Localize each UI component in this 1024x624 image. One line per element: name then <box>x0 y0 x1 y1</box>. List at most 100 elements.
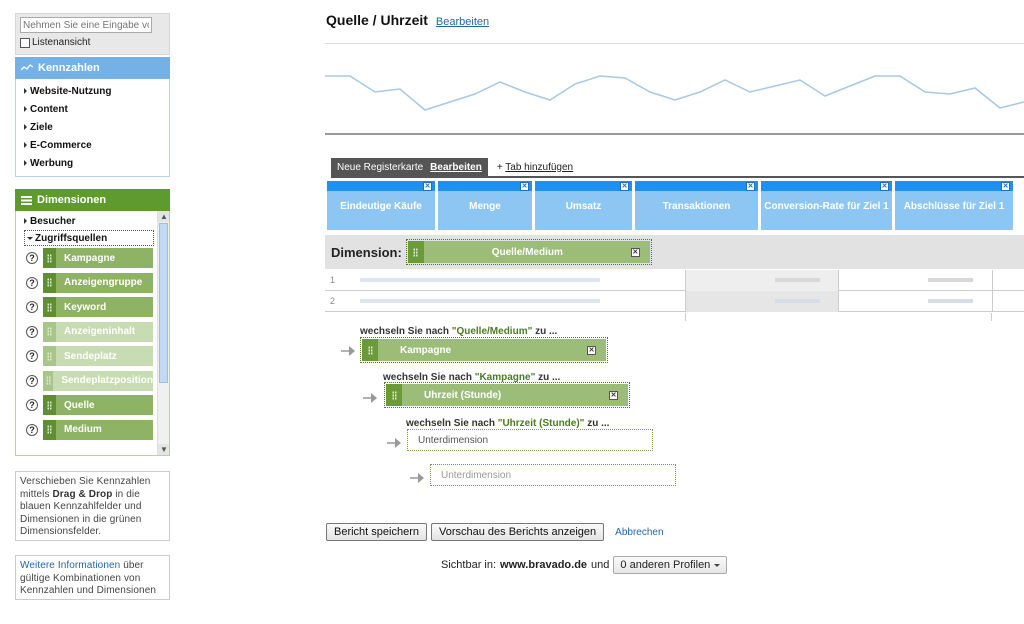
help-icon[interactable]: ? <box>26 252 38 265</box>
metric-label: Umsatz <box>565 201 602 212</box>
drill-arrow-icon <box>341 346 355 356</box>
metric-slot-conversion-rate[interactable]: ✕ Conversion-Rate für Ziel 1 <box>761 181 892 230</box>
scroll-up-icon[interactable]: ▲ <box>158 211 169 222</box>
drag-handle-icon[interactable] <box>43 419 56 440</box>
caption-text: zu ... <box>532 326 558 337</box>
dimension-pill-medium[interactable]: Medium <box>43 419 153 440</box>
metric-group-website-usage[interactable]: Website-Nutzung <box>16 82 169 100</box>
subdimension-slot-1[interactable]: Unterdimension <box>407 429 653 451</box>
drag-handle-icon[interactable] <box>43 272 56 293</box>
preview-report-button[interactable]: Vorschau des Berichts anzeigen <box>431 523 605 541</box>
dimension-pill-keyword[interactable]: Keyword <box>43 297 153 318</box>
list-view-checkbox[interactable] <box>20 37 30 48</box>
dimension-pill-source[interactable]: Quelle <box>43 395 153 416</box>
dimension-item: ? Anzeigengruppe <box>16 271 169 296</box>
dimension-slot-source-medium[interactable]: Quelle/Medium ✕ <box>405 239 652 265</box>
add-tab[interactable]: + Tab hinzufügen <box>497 162 573 173</box>
cancel-link[interactable]: Abbrechen <box>615 527 663 538</box>
dimension-value: Quelle/Medium <box>491 246 563 258</box>
dimensions-scrollbar[interactable]: ▲ ▼ <box>157 211 169 455</box>
drag-handle-icon[interactable] <box>386 384 402 406</box>
dimension-pill-label: Sendeplatz <box>64 350 117 362</box>
dimensions-panel-header[interactable]: Dimensionen <box>15 189 170 211</box>
remove-dimension-icon[interactable]: ✕ <box>609 390 618 400</box>
tab-new[interactable]: Neue Registerkarte Bearbeiten <box>331 158 488 176</box>
visibility-label: Sichtbar in: <box>441 559 497 571</box>
metric-group-label: Ziele <box>30 121 53 133</box>
metric-slot-revenue[interactable]: ✕ Umsatz <box>535 181 632 230</box>
subdimension-placeholder: Unterdimension <box>441 469 512 481</box>
preview-table: 1 2 <box>325 270 1024 321</box>
metric-slot-transactions[interactable]: ✕ Transaktionen <box>635 181 758 230</box>
dimension-item: ? Kampagne <box>16 246 169 271</box>
dimension-pill-label: Anzeigeninhalt <box>64 326 136 338</box>
remove-dimension-icon[interactable]: ✕ <box>630 247 640 257</box>
tab-label: Neue Registerkarte <box>337 161 424 173</box>
save-report-button[interactable]: Bericht speichern <box>326 523 427 541</box>
drilldown-slot-hour[interactable]: Uhrzeit (Stunde) ✕ <box>384 382 630 408</box>
search-input[interactable] <box>20 17 152 33</box>
dimension-group-label: Zugriffsquellen <box>35 232 108 244</box>
metric-slot-goal-completions[interactable]: ✕ Abschlüsse für Ziel 1 <box>895 181 1013 230</box>
caption-quoted: "Kampagne" <box>474 372 536 383</box>
metric-group-goals[interactable]: Ziele <box>16 118 169 136</box>
help-icon[interactable]: ? <box>26 399 38 412</box>
scroll-down-icon[interactable]: ▼ <box>158 444 169 455</box>
expand-arrow-icon <box>24 106 27 112</box>
remove-dimension-icon[interactable]: ✕ <box>587 345 596 355</box>
expand-arrow-icon <box>24 142 27 148</box>
trend-icon <box>21 64 33 72</box>
metric-group-advertising[interactable]: Werbung <box>16 154 169 172</box>
remove-metric-icon[interactable]: ✕ <box>880 182 889 191</box>
remove-metric-icon[interactable]: ✕ <box>620 182 629 191</box>
more-info-link[interactable]: Weitere Informationen <box>20 560 120 571</box>
dimension-pill-campaign[interactable]: Kampagne <box>43 248 153 269</box>
edit-title-link[interactable]: Bearbeiten <box>436 16 489 28</box>
remove-metric-icon[interactable]: ✕ <box>423 182 432 191</box>
metrics-panel-header[interactable]: Kennzahlen <box>15 57 170 79</box>
dimension-group-visitors[interactable]: Besucher <box>16 213 169 229</box>
dimension-group-traffic-sources[interactable]: Zugriffsquellen <box>24 230 154 246</box>
subdimension-slot-empty[interactable]: Unterdimension <box>430 464 676 486</box>
help-icon[interactable]: ? <box>26 350 38 363</box>
caption-quoted: "Uhrzeit (Stunde)" <box>497 418 585 429</box>
row-number: 2 <box>330 296 336 306</box>
add-tab-link[interactable]: Tab hinzufügen <box>505 162 573 173</box>
expand-arrow-icon <box>24 88 27 94</box>
visibility-row: Sichtbar in: www.bravado.de und 0 andere… <box>441 556 728 574</box>
drag-handle-icon[interactable] <box>362 339 378 361</box>
drag-handle-icon[interactable] <box>43 395 56 416</box>
expand-arrow-icon <box>24 124 27 130</box>
metric-slot-unique-purchases[interactable]: ✕ Eindeutige Käufe <box>327 181 435 230</box>
list-view-toggle[interactable]: Listenansicht <box>20 37 165 48</box>
other-profiles-dropdown[interactable]: 0 anderen Profilen <box>613 556 728 574</box>
report-editor: Quelle / Uhrzeit Bearbeiten Neue Registe… <box>325 0 1024 624</box>
help-icon[interactable]: ? <box>26 423 38 436</box>
metric-group-ecommerce[interactable]: E-Commerce <box>16 136 169 154</box>
help-icon[interactable]: ? <box>26 374 38 387</box>
tab-edit-link[interactable]: Bearbeiten <box>430 162 482 173</box>
hint-bold-text: Drag & Drop <box>52 488 113 500</box>
drilldown-caption-1: wechseln Sie nach "Quelle/Medium" zu ... <box>360 326 557 337</box>
remove-metric-icon[interactable]: ✕ <box>746 182 755 191</box>
dimension-pill-label: Quelle <box>64 399 95 411</box>
drill-arrow-icon <box>387 438 401 448</box>
metric-group-content[interactable]: Content <box>16 100 169 118</box>
help-icon[interactable]: ? <box>26 325 38 338</box>
list-view-label: Listenansicht <box>32 37 91 48</box>
dimension-pill-adgroup[interactable]: Anzeigengruppe <box>43 272 153 293</box>
dimension-item: ? Sendeplatz <box>16 344 169 369</box>
help-icon[interactable]: ? <box>26 276 38 289</box>
drag-handle-icon[interactable] <box>407 241 424 263</box>
remove-metric-icon[interactable]: ✕ <box>520 182 529 191</box>
remove-metric-icon[interactable]: ✕ <box>1001 182 1010 191</box>
row-number: 1 <box>330 275 336 285</box>
drag-handle-icon[interactable] <box>43 297 56 318</box>
dimension-item: ? Keyword <box>16 295 169 320</box>
metric-group-label: Content <box>30 103 68 115</box>
help-icon[interactable]: ? <box>26 301 38 314</box>
scrollbar-thumb[interactable] <box>159 223 168 383</box>
drag-handle-icon[interactable] <box>43 248 56 269</box>
drilldown-slot-campaign[interactable]: Kampagne ✕ <box>360 337 608 363</box>
metric-slot-quantity[interactable]: ✕ Menge <box>438 181 532 230</box>
